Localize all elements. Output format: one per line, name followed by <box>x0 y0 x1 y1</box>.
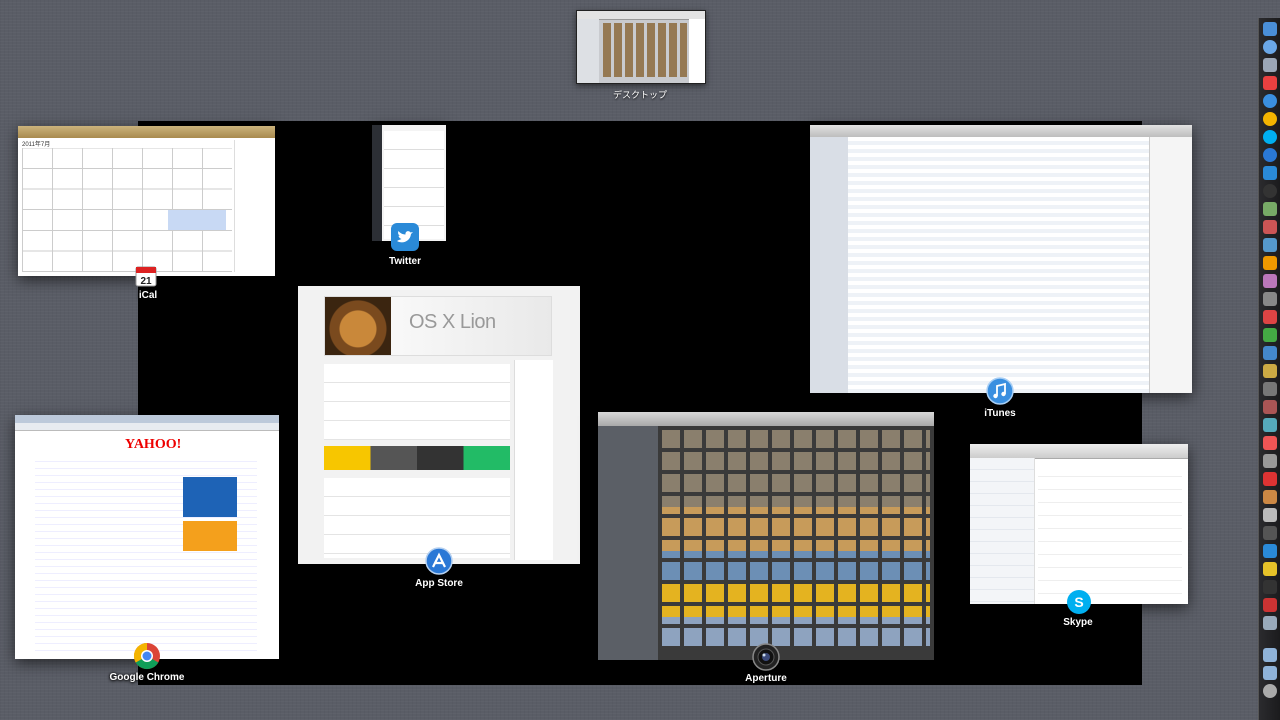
ical-month-title: 2011年7月 <box>22 142 51 148</box>
app-icon[interactable] <box>1263 274 1277 288</box>
skype-label: Skype <box>1063 617 1093 628</box>
lion-image <box>325 297 391 355</box>
itunes-icon[interactable] <box>1263 94 1277 108</box>
ical-window[interactable]: 2011年7月 <box>18 126 275 276</box>
svg-text:21: 21 <box>140 276 152 287</box>
itunes-window[interactable] <box>810 125 1192 393</box>
app-icon[interactable] <box>1263 238 1277 252</box>
aperture-icon <box>752 643 780 671</box>
itunes-icon <box>986 377 1014 405</box>
chrome-page-ad-orange <box>183 521 237 551</box>
desktop-space-label: デスクトップ <box>612 90 667 100</box>
app-icon[interactable] <box>1263 526 1277 540</box>
app-store-hero-title: OS X Lion <box>409 311 496 333</box>
skype-icon[interactable] <box>1263 130 1277 144</box>
desktop-space-thumbnail[interactable] <box>576 10 706 84</box>
chrome-tab-strip <box>15 415 279 423</box>
app-store-featured-grid <box>324 364 510 440</box>
itunes-source-list <box>810 137 848 393</box>
chrome-omnibox <box>15 423 279 431</box>
ical-side-panel <box>234 140 271 272</box>
app-store-label: App Store <box>415 578 463 589</box>
twitter-label: Twitter <box>388 256 422 267</box>
ical-icon[interactable] <box>1263 76 1277 90</box>
app-icon[interactable] <box>1263 490 1277 504</box>
chrome-icon[interactable] <box>1263 112 1277 126</box>
app-icon[interactable] <box>1263 472 1277 486</box>
chrome-page-ad-blue <box>183 477 237 517</box>
itunes-song-list <box>848 137 1150 393</box>
skype-contact-list <box>970 458 1035 604</box>
app-store-icon <box>425 547 453 575</box>
folder-icon[interactable] <box>1263 648 1277 662</box>
app-store-side-panel <box>514 360 553 560</box>
app-icon[interactable] <box>1263 544 1277 558</box>
twitter-sidebar <box>372 125 382 241</box>
mini-panel <box>689 19 705 83</box>
app-store-promo-banners <box>324 446 510 470</box>
app-icon[interactable] <box>1263 202 1277 216</box>
app-icon[interactable] <box>1263 418 1277 432</box>
app-icon[interactable] <box>1263 328 1277 342</box>
mini-photo-grid <box>603 23 687 77</box>
mini-sidebar <box>577 19 599 83</box>
app-icon[interactable] <box>1263 346 1277 360</box>
app-icon[interactable] <box>1263 436 1277 450</box>
aperture-label: Aperture <box>745 673 787 684</box>
app-icon[interactable] <box>1263 292 1277 306</box>
app-icon[interactable] <box>1263 400 1277 414</box>
app-icon[interactable] <box>1263 598 1277 612</box>
app-store-window[interactable]: OS X Lion <box>298 286 580 564</box>
app-icon[interactable] <box>1263 580 1277 594</box>
app-icon[interactable] <box>1263 382 1277 396</box>
app-store-hero-banner: OS X Lion <box>324 296 552 356</box>
safari-icon[interactable] <box>1263 40 1277 54</box>
ical-icon: 21 <box>135 266 157 287</box>
app-store-top-grid <box>324 478 510 558</box>
itunes-ping-sidebar <box>1149 137 1192 393</box>
aperture-photo-grid <box>662 430 930 650</box>
chrome-window[interactable]: YAHOO! <box>15 415 279 659</box>
svg-text:S: S <box>1074 594 1083 610</box>
app-store-icon[interactable] <box>1263 148 1277 162</box>
mail-icon[interactable] <box>1263 58 1277 72</box>
aperture-toolbar <box>598 412 934 426</box>
app-icon[interactable] <box>1263 310 1277 324</box>
app-icon[interactable] <box>1263 454 1277 468</box>
skype-toolbar <box>970 444 1188 459</box>
aperture-icon[interactable] <box>1263 184 1277 198</box>
app-icon[interactable] <box>1263 616 1277 630</box>
twitter-icon <box>391 223 419 251</box>
yahoo-logo: YAHOO! <box>125 437 182 452</box>
ical-event <box>168 210 226 230</box>
itunes-label: iTunes <box>984 408 1016 419</box>
ical-label: iCal <box>138 290 158 301</box>
folder-icon[interactable] <box>1263 666 1277 680</box>
skype-icon: S <box>1067 590 1091 614</box>
finder-icon[interactable] <box>1263 22 1277 36</box>
twitter-icon[interactable] <box>1263 166 1277 180</box>
app-icon[interactable] <box>1263 508 1277 522</box>
chrome-label: Google Chrome <box>109 672 185 683</box>
chrome-icon <box>133 642 160 670</box>
aperture-library-panel <box>598 426 658 660</box>
app-icon[interactable] <box>1263 364 1277 378</box>
skype-chat-pane <box>1038 464 1182 600</box>
skype-window[interactable] <box>970 444 1188 604</box>
app-icon[interactable] <box>1263 220 1277 234</box>
trash-icon[interactable] <box>1263 684 1277 698</box>
ical-toolbar <box>18 126 275 138</box>
dock <box>1258 18 1280 720</box>
aperture-window[interactable] <box>598 412 934 660</box>
app-icon[interactable] <box>1263 562 1277 576</box>
app-icon[interactable] <box>1263 256 1277 270</box>
